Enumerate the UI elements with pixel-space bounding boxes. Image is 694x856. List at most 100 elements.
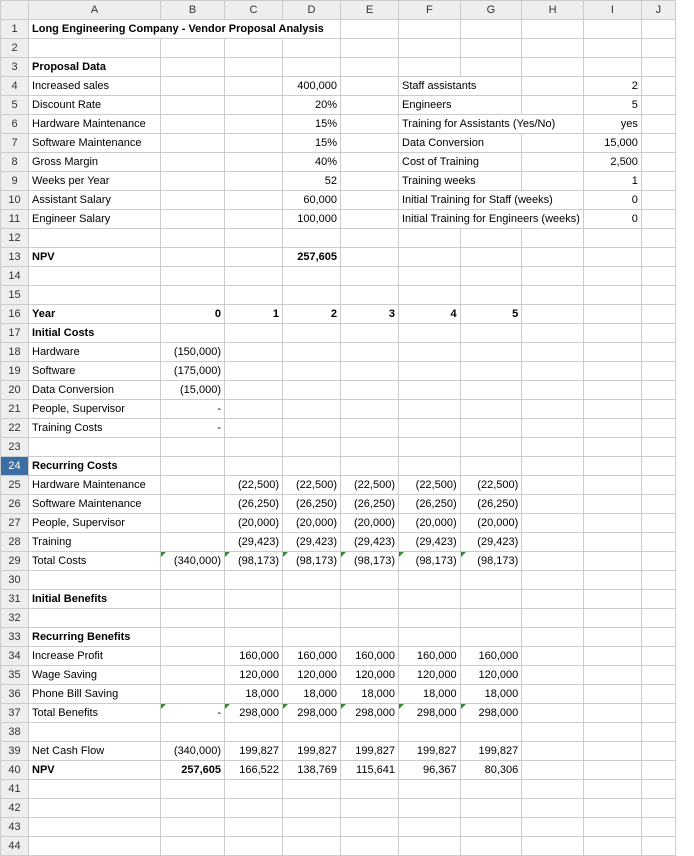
cell-empty[interactable] [161,837,225,856]
cell[interactable]: Initial Training for Engineers (weeks) [399,210,584,229]
cell-empty[interactable] [161,229,225,248]
cell[interactable]: Software Maintenance [29,134,161,153]
cell[interactable] [225,191,283,210]
cell-empty[interactable] [341,381,399,400]
col-header-A[interactable]: A [29,1,161,20]
cell-empty[interactable] [29,837,161,856]
col-header-E[interactable]: E [341,1,399,20]
cell-empty[interactable] [583,20,641,39]
cell-empty[interactable] [225,438,283,457]
cell[interactable]: 160,000 [283,647,341,666]
cell[interactable]: (26,250) [399,495,461,514]
cell-empty[interactable] [341,780,399,799]
cell-empty[interactable] [583,723,641,742]
cell-empty[interactable] [460,343,522,362]
row-header-24[interactable]: 24 [1,457,29,476]
cell[interactable]: Recurring Benefits [29,628,161,647]
cell-empty[interactable] [399,799,461,818]
cell-empty[interactable] [641,20,675,39]
cell-empty[interactable] [641,476,675,495]
row-header-20[interactable]: 20 [1,381,29,400]
cell-empty[interactable] [341,837,399,856]
row-header-15[interactable]: 15 [1,286,29,305]
cell-empty[interactable] [583,400,641,419]
cell-empty[interactable] [460,799,522,818]
row-header-13[interactable]: 13 [1,248,29,267]
row-header-33[interactable]: 33 [1,628,29,647]
cell[interactable]: Increase Profit [29,647,161,666]
cell-empty[interactable] [283,419,341,438]
cell-empty[interactable] [460,248,522,267]
cell[interactable] [522,153,584,172]
row-header-35[interactable]: 35 [1,666,29,685]
cell[interactable] [161,647,225,666]
cell-empty[interactable] [283,457,341,476]
cell-empty[interactable] [641,134,675,153]
cell-empty[interactable] [583,704,641,723]
cell-empty[interactable] [583,419,641,438]
cell-empty[interactable] [522,381,584,400]
row-header-23[interactable]: 23 [1,438,29,457]
cell-empty[interactable] [641,286,675,305]
row-header-31[interactable]: 31 [1,590,29,609]
cell[interactable]: (20,000) [341,514,399,533]
cell-empty[interactable] [161,799,225,818]
cell[interactable]: 298,000 [341,704,399,723]
cell-empty[interactable] [161,324,225,343]
cell-empty[interactable] [460,590,522,609]
cell-empty[interactable] [641,248,675,267]
cell-empty[interactable] [161,590,225,609]
cell-empty[interactable] [341,267,399,286]
cell-empty[interactable] [399,248,461,267]
cell[interactable]: 199,827 [225,742,283,761]
cell[interactable]: 160,000 [225,647,283,666]
cell[interactable]: Long Engineering Company - Vendor Propos… [29,20,341,39]
cell-empty[interactable] [399,267,461,286]
cell-empty[interactable] [641,96,675,115]
cell-empty[interactable] [522,20,584,39]
cell-empty[interactable] [583,381,641,400]
cell[interactable]: 18,000 [283,685,341,704]
cell-empty[interactable] [522,305,584,324]
cell-empty[interactable] [225,343,283,362]
cell[interactable]: 5 [583,96,641,115]
cell[interactable]: (29,423) [225,533,283,552]
row-header-11[interactable]: 11 [1,210,29,229]
cell-empty[interactable] [522,647,584,666]
cell-empty[interactable] [583,286,641,305]
cell[interactable]: (26,250) [341,495,399,514]
cell-empty[interactable] [583,837,641,856]
row-header-8[interactable]: 8 [1,153,29,172]
cell[interactable] [341,191,399,210]
cell-empty[interactable] [225,400,283,419]
cell[interactable]: 298,000 [225,704,283,723]
cell-empty[interactable] [225,818,283,837]
cell[interactable] [341,210,399,229]
cell-empty[interactable] [29,818,161,837]
cell-empty[interactable] [641,343,675,362]
cell-empty[interactable] [641,780,675,799]
cell[interactable]: 257,605 [283,248,341,267]
cell-empty[interactable] [399,723,461,742]
cell-empty[interactable] [522,362,584,381]
cell-empty[interactable] [583,761,641,780]
cell-empty[interactable] [641,837,675,856]
col-header-G[interactable]: G [460,1,522,20]
cell-empty[interactable] [399,780,461,799]
cell-empty[interactable] [399,628,461,647]
cell[interactable]: - [161,704,225,723]
cell-empty[interactable] [641,305,675,324]
cell[interactable] [341,153,399,172]
cell-empty[interactable] [29,39,161,58]
cell-empty[interactable] [29,571,161,590]
cell[interactable]: 0 [161,305,225,324]
cell-empty[interactable] [161,39,225,58]
cell[interactable]: (340,000) [161,742,225,761]
col-header-C[interactable]: C [225,1,283,20]
cell-empty[interactable] [522,552,584,571]
cell[interactable]: Year [29,305,161,324]
cell[interactable]: Phone Bill Saving [29,685,161,704]
cell-empty[interactable] [341,571,399,590]
cell-empty[interactable] [583,343,641,362]
col-header-D[interactable]: D [283,1,341,20]
